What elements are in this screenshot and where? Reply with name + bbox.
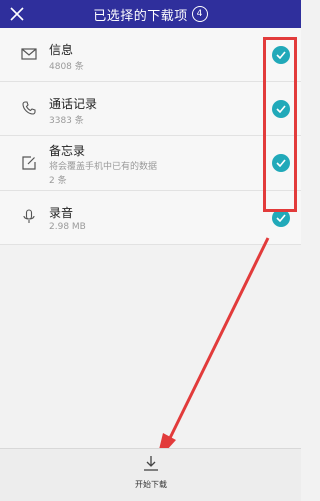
phone-icon [20, 99, 38, 117]
list-item-recordings[interactable]: 录音 2.98 MB [0, 191, 301, 245]
item-name: 备忘录 [49, 144, 86, 158]
list-item-messages[interactable]: 信息 4808 条 [0, 28, 301, 82]
page-title-text: 已选择的下载项 [93, 8, 188, 24]
item-name: 录音 [49, 206, 74, 220]
start-download-label: 开始下载 [135, 480, 167, 489]
item-note: 将会覆盖手机中已有的数据 [49, 162, 158, 172]
start-download-button[interactable]: 开始下载 [120, 455, 182, 497]
bottom-action-bar: 开始下载 [0, 448, 301, 501]
download-icon [144, 456, 158, 471]
item-detail: 2.98 MB [49, 222, 86, 232]
item-detail: 3383 条 [49, 116, 84, 126]
item-name: 信息 [49, 43, 74, 57]
title-bar: 已选择的下载项 4 [0, 0, 301, 28]
item-detail: 4808 条 [49, 62, 84, 72]
download-item-list: 信息 4808 条 通话记录 3383 条 备忘录 将会覆盖手机中已有的数据 2… [0, 28, 301, 245]
annotation-highlight-box [263, 37, 297, 212]
list-item-call-log[interactable]: 通话记录 3383 条 [0, 82, 301, 136]
selected-count-badge: 4 [191, 6, 208, 22]
item-name: 通话记录 [49, 97, 98, 111]
item-detail: 2 条 [49, 176, 67, 186]
page-title: 已选择的下载项 4 [0, 0, 301, 28]
check-icon [276, 214, 286, 222]
memo-icon [20, 154, 38, 172]
list-item-memo[interactable]: 备忘录 将会覆盖手机中已有的数据 2 条 [0, 136, 301, 191]
message-icon [20, 45, 38, 63]
microphone-icon [20, 208, 38, 226]
